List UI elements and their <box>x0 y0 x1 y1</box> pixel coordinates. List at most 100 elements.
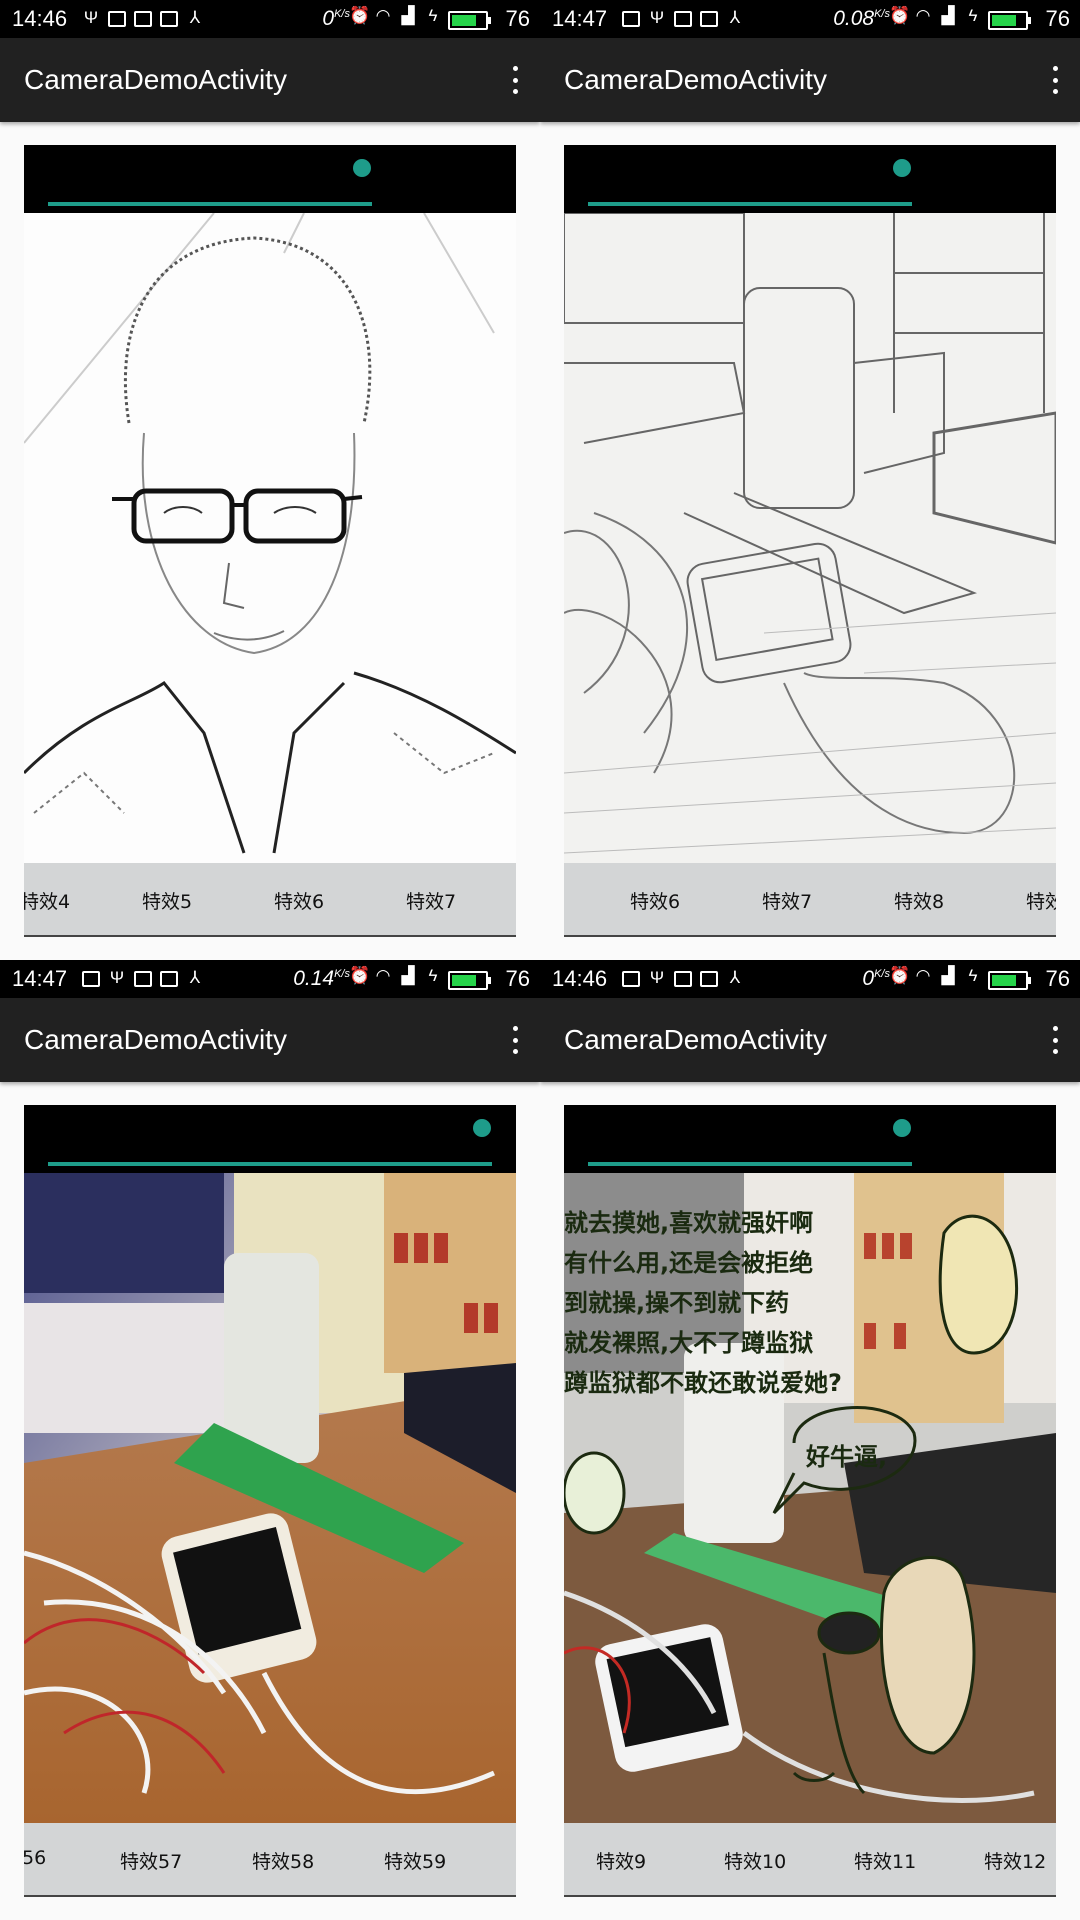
image-icon <box>622 971 640 987</box>
effect-item[interactable]: 特效9 <box>596 1847 646 1874</box>
alarm-icon: ⏰ <box>349 6 371 25</box>
app-bar: CameraDemoActivity <box>0 998 540 1082</box>
effect-item[interactable]: 特效4 <box>24 887 70 914</box>
seekbar-container <box>24 1105 516 1173</box>
effect-item[interactable]: 特效5 <box>142 887 192 914</box>
effect-item[interactable]: 特效11 <box>854 1847 916 1874</box>
document-icon <box>674 971 692 987</box>
battery-icon <box>448 971 491 990</box>
meme-text-line: 就发裸照,大不了蹲监狱 <box>564 1329 813 1357</box>
usb-icon: Ψ <box>109 968 125 987</box>
mail-icon <box>160 971 178 987</box>
system-icons: ⏰ ◠ ▟ ϟ <box>349 7 442 25</box>
alarm-icon: ⏰ <box>349 966 371 985</box>
effect-item[interactable]: 特效6 <box>274 887 324 914</box>
battery-icon <box>988 11 1031 30</box>
seekbar-progress <box>48 202 373 206</box>
seekbar[interactable] <box>588 202 1032 206</box>
camera-preview: 特效4 特效5 特效6 特效7 <box>24 145 516 937</box>
effect-strip: 特效6 特效7 特效8 特效 <box>564 863 1056 937</box>
network-speed: 0K/s <box>862 967 890 990</box>
network-speed: 0.14K/s <box>293 967 350 990</box>
share-icon: ⅄ <box>729 8 741 27</box>
seekbar-thumb[interactable] <box>473 1119 491 1137</box>
effect-item[interactable]: 56 <box>24 1847 46 1869</box>
network-speed: 0.08K/s <box>833 7 890 30</box>
status-time: 14:46 <box>552 966 608 991</box>
app-title: CameraDemoActivity <box>24 1024 287 1055</box>
share-icon: ⅄ <box>729 968 741 987</box>
seekbar[interactable] <box>48 1162 492 1166</box>
notification-icons: Ψ ⅄ <box>622 969 744 987</box>
seekbar-container <box>564 1105 1056 1173</box>
document-icon <box>108 11 126 27</box>
camera-image <box>564 213 1056 863</box>
effect-item[interactable]: 特效57 <box>120 1847 182 1874</box>
mail-icon <box>160 11 178 27</box>
battery-level: 76 <box>505 6 530 31</box>
system-icons: ⏰ ◠ ▟ ϟ <box>889 967 982 985</box>
app-title: CameraDemoActivity <box>564 64 827 95</box>
seekbar-progress <box>588 202 913 206</box>
seekbar[interactable] <box>48 202 492 206</box>
camera-preview: 特效6 特效7 特效8 特效 <box>564 145 1056 937</box>
status-bar: 14:46 Ψ ⅄ 0K/s ⏰ ◠ ▟ ϟ 76 <box>540 960 1080 998</box>
effect-item[interactable]: 特效7 <box>406 887 456 914</box>
camera-preview: 就去摸她,喜欢就强奸啊 有什么用,还是会被拒绝 到就操,操不到就下药 就发裸照,… <box>564 1105 1056 1897</box>
signal-icon: ▟ <box>941 6 955 25</box>
notification-icons: Ψ ⅄ <box>82 9 204 27</box>
system-icons: ⏰ ◠ ▟ ϟ <box>889 7 982 25</box>
seekbar-thumb[interactable] <box>353 159 372 177</box>
battery-level: 76 <box>505 966 530 991</box>
status-time: 14:47 <box>552 6 608 31</box>
overflow-menu-button[interactable] <box>508 1026 522 1054</box>
effect-item[interactable]: 特效12 <box>984 1847 1046 1874</box>
app-title: CameraDemoActivity <box>24 64 287 95</box>
screen-2: 14:47 Ψ ⅄ 0.08K/s ⏰ ◠ ▟ ϟ 76 CameraDemoA… <box>540 0 1080 960</box>
image-icon <box>82 971 100 987</box>
system-icons: ⏰ ◠ ▟ ϟ <box>349 967 442 985</box>
image-icon <box>134 11 152 27</box>
screen-4: 14:46 Ψ ⅄ 0K/s ⏰ ◠ ▟ ϟ 76 CameraDemoActi… <box>540 960 1080 1920</box>
camera-image <box>24 213 516 863</box>
effect-strip: 特效9 特效10 特效11 特效12 <box>564 1823 1056 1897</box>
charging-icon: ϟ <box>428 6 438 25</box>
seekbar[interactable] <box>588 1162 1032 1166</box>
overflow-menu-button[interactable] <box>1048 66 1062 94</box>
status-bar: 14:47 Ψ ⅄ 0.14K/s ⏰ ◠ ▟ ϟ 76 <box>0 960 540 998</box>
camera-image <box>24 1173 516 1823</box>
seekbar-thumb[interactable] <box>893 159 912 177</box>
effect-item[interactable]: 特效59 <box>384 1847 446 1874</box>
app-bar: CameraDemoActivity <box>540 998 1080 1082</box>
share-icon: ⅄ <box>189 968 201 987</box>
effect-item[interactable]: 特效 <box>1026 887 1056 914</box>
seekbar-container <box>564 145 1056 213</box>
signal-icon: ▟ <box>401 966 415 985</box>
camera-image: 就去摸她,喜欢就强奸啊 有什么用,还是会被拒绝 到就操,操不到就下药 就发裸照,… <box>564 1173 1056 1823</box>
seekbar-progress <box>48 1162 492 1166</box>
seekbar-thumb[interactable] <box>893 1119 912 1137</box>
mail-icon <box>700 11 718 27</box>
effect-item[interactable]: 特效10 <box>724 1847 786 1874</box>
app-title: CameraDemoActivity <box>564 1024 827 1055</box>
effect-item[interactable]: 特效7 <box>762 887 812 914</box>
meme-text-line: 就去摸她,喜欢就强奸啊 <box>564 1209 813 1237</box>
alarm-icon: ⏰ <box>889 6 911 25</box>
camera-preview: 56 特效57 特效58 特效59 <box>24 1105 516 1897</box>
wifi-icon: ◠ <box>915 966 931 985</box>
effect-item[interactable]: 特效58 <box>252 1847 314 1874</box>
wifi-icon: ◠ <box>915 6 931 25</box>
usb-icon: Ψ <box>649 8 665 27</box>
usb-icon: Ψ <box>83 8 99 27</box>
screen-3: 14:47 Ψ ⅄ 0.14K/s ⏰ ◠ ▟ ϟ 76 CameraDemoA… <box>0 960 540 1920</box>
effect-item[interactable]: 特效6 <box>630 887 680 914</box>
overflow-menu-button[interactable] <box>1048 1026 1062 1054</box>
meme-text-line: 蹲监狱都不敢还敢说爱她? <box>564 1369 842 1397</box>
notification-icons: Ψ ⅄ <box>622 9 744 27</box>
effect-item[interactable]: 特效8 <box>894 887 944 914</box>
battery-level: 76 <box>1045 966 1070 991</box>
seekbar-progress <box>588 1162 913 1166</box>
document-icon <box>674 11 692 27</box>
status-bar: 14:47 Ψ ⅄ 0.08K/s ⏰ ◠ ▟ ϟ 76 <box>540 0 1080 38</box>
overflow-menu-button[interactable] <box>508 66 522 94</box>
